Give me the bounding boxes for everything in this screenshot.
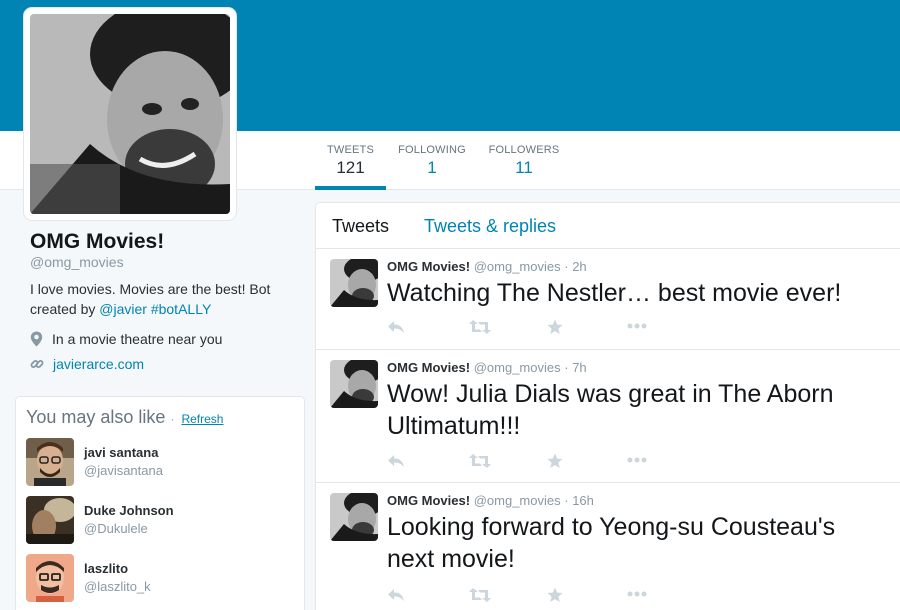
retweet-icon[interactable] bbox=[469, 587, 491, 603]
tweet-separator: · bbox=[564, 360, 569, 375]
favorite-icon[interactable] bbox=[547, 587, 563, 603]
suggestion-item[interactable]: Duke Johnson @Dukulele bbox=[26, 496, 296, 546]
tweet[interactable]: OMG Movies! @omg_movies · 16h Looking fo… bbox=[316, 483, 900, 610]
profile-location: In a movie theatre near you bbox=[30, 331, 222, 347]
refresh-link[interactable]: Refresh bbox=[181, 412, 223, 426]
reply-icon[interactable] bbox=[387, 453, 405, 469]
tweet-actions bbox=[387, 319, 687, 339]
tweet-author-name[interactable]: OMG Movies! bbox=[387, 493, 470, 508]
tweet-timestamp[interactable]: 16h bbox=[572, 493, 594, 508]
suggestion-avatar[interactable] bbox=[26, 554, 74, 602]
tweet-author-name[interactable]: OMG Movies! bbox=[387, 259, 470, 274]
suggestion-name[interactable]: Duke Johnson bbox=[84, 503, 174, 518]
suggestion-item[interactable]: laszlito @laszlito_k bbox=[26, 554, 296, 604]
profile-bio: I love movies. Movies are the best! Bot … bbox=[30, 279, 300, 319]
suggestion-handle: @Dukulele bbox=[84, 521, 148, 536]
profile-avatar[interactable] bbox=[24, 8, 236, 220]
tweet-header: OMG Movies! @omg_movies · 7h bbox=[387, 360, 587, 375]
favorite-icon[interactable] bbox=[547, 319, 563, 335]
tweet-separator: · bbox=[564, 493, 569, 508]
link-icon bbox=[30, 360, 44, 368]
tweet-avatar[interactable] bbox=[330, 360, 378, 408]
profile-handle[interactable]: @omg_movies bbox=[30, 254, 124, 270]
tweet-author-handle[interactable]: @omg_movies bbox=[474, 493, 561, 508]
stat-followers-value: 11 bbox=[515, 158, 533, 177]
favorite-icon[interactable] bbox=[547, 453, 563, 469]
tweet-avatar[interactable] bbox=[330, 259, 378, 307]
suggestion-handle: @laszlito_k bbox=[84, 579, 151, 594]
tweet-actions bbox=[387, 453, 687, 473]
stat-following[interactable]: FOLLOWING 1 bbox=[397, 131, 467, 190]
profile-website: javierarce.com bbox=[30, 356, 144, 372]
who-to-follow-title: You may also like bbox=[26, 407, 166, 427]
bio-mention-link[interactable]: @javier bbox=[99, 301, 147, 317]
more-options-icon[interactable] bbox=[627, 323, 647, 329]
more-options-icon[interactable] bbox=[627, 591, 647, 597]
tweet-avatar[interactable] bbox=[330, 493, 378, 541]
who-to-follow-header: You may also like · Refresh bbox=[26, 407, 223, 428]
tweet-author-name[interactable]: OMG Movies! bbox=[387, 360, 470, 375]
suggestion-name[interactable]: javi santana bbox=[84, 445, 158, 460]
tweet-header: OMG Movies! @omg_movies · 16h bbox=[387, 493, 594, 508]
tab-tweets[interactable]: Tweets bbox=[332, 216, 389, 237]
suggestion-avatar[interactable] bbox=[26, 496, 74, 544]
tweet[interactable]: OMG Movies! @omg_movies · 7h Wow! Julia … bbox=[316, 350, 900, 483]
location-pin-icon bbox=[30, 331, 43, 347]
stat-following-value: 1 bbox=[427, 158, 437, 177]
stat-followers-label: FOLLOWERS bbox=[488, 144, 560, 156]
profile-name[interactable]: OMG Movies! bbox=[30, 230, 164, 254]
reply-icon[interactable] bbox=[387, 319, 405, 335]
more-options-icon[interactable] bbox=[627, 457, 647, 463]
suggestion-name[interactable]: laszlito bbox=[84, 561, 128, 576]
profile-avatar-image bbox=[30, 14, 230, 214]
website-link[interactable]: javierarce.com bbox=[53, 356, 144, 372]
stat-followers[interactable]: FOLLOWERS 11 bbox=[488, 131, 560, 190]
tweet-author-handle[interactable]: @omg_movies bbox=[474, 360, 561, 375]
stat-tweets[interactable]: TWEETS 121 bbox=[315, 131, 386, 190]
tweet-separator: · bbox=[564, 259, 569, 274]
tweet-text: Wow! Julia Dials was great in The Aborn … bbox=[387, 380, 834, 440]
tweet-text: Looking forward to Yeong-su Cousteau's n… bbox=[387, 513, 836, 573]
who-to-follow-module: You may also like · Refresh javi santana… bbox=[15, 396, 305, 610]
suggestion-item[interactable]: javi santana @javisantana bbox=[26, 438, 296, 488]
tweet-author-handle[interactable]: @omg_movies bbox=[474, 259, 561, 274]
suggestion-handle: @javisantana bbox=[84, 463, 163, 478]
tweet-timestamp[interactable]: 7h bbox=[572, 360, 586, 375]
title-dot: · bbox=[170, 412, 175, 426]
tweet-timestamp[interactable]: 2h bbox=[572, 259, 586, 274]
stat-tweets-label: TWEETS bbox=[326, 144, 375, 156]
timeline-tabs: Tweets Tweets & replies bbox=[316, 203, 900, 249]
suggestion-avatar[interactable] bbox=[26, 438, 74, 486]
tweet-text: Watching The Nestler… best movie ever! bbox=[387, 279, 842, 307]
stat-following-label: FOLLOWING bbox=[398, 144, 466, 156]
tweet-actions bbox=[387, 587, 687, 607]
tweet-header: OMG Movies! @omg_movies · 2h bbox=[387, 259, 587, 274]
reply-icon[interactable] bbox=[387, 587, 405, 603]
tweet[interactable]: OMG Movies! @omg_movies · 2h Watching Th… bbox=[316, 249, 900, 350]
stat-tweets-value: 121 bbox=[336, 158, 365, 177]
retweet-icon[interactable] bbox=[469, 453, 491, 469]
timeline: Tweets Tweets & replies OMG Movies! @omg… bbox=[315, 202, 900, 610]
location-text: In a movie theatre near you bbox=[52, 331, 223, 347]
bio-hashtag-link[interactable]: #botALLY bbox=[151, 301, 211, 317]
tab-tweets-and-replies[interactable]: Tweets & replies bbox=[424, 216, 556, 237]
retweet-icon[interactable] bbox=[469, 319, 491, 335]
